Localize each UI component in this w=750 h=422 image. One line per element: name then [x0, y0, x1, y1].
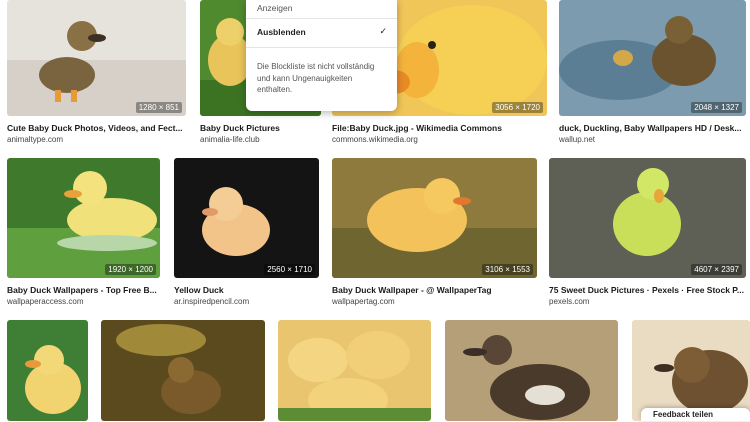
- result-title[interactable]: File:Baby Duck.jpg - Wikimedia Commons: [332, 123, 547, 134]
- menu-item-show[interactable]: Anzeigen: [257, 2, 292, 14]
- result-title[interactable]: Cute Baby Duck Photos, Videos, and Fect.…: [7, 123, 186, 134]
- result-tile[interactable]: 1280 × 851 Cute Baby Duck Photos, Videos…: [7, 0, 187, 150]
- menu-item-hide[interactable]: Ausblenden: [257, 26, 306, 38]
- result-source[interactable]: animalia-life.club: [200, 134, 321, 145]
- menu-note: Die Blockliste ist nicht vollständig und…: [257, 62, 375, 94]
- result-image[interactable]: 2048 × 1327: [559, 0, 746, 116]
- result-image[interactable]: 1280 × 851: [7, 0, 186, 116]
- result-image[interactable]: 4607 × 2397: [549, 158, 746, 278]
- result-image[interactable]: [7, 320, 88, 421]
- result-tile[interactable]: [278, 320, 432, 421]
- image-dimensions: 4607 × 2397: [691, 264, 742, 275]
- result-source[interactable]: pexels.com: [549, 296, 746, 307]
- result-image[interactable]: [101, 320, 265, 421]
- result-tile[interactable]: 1920 × 1200 Baby Duck Wallpapers - Top F…: [7, 158, 161, 308]
- result-tile[interactable]: 2048 × 1327 duck, Duckling, Baby Wallpap…: [559, 0, 747, 150]
- menu-divider: [246, 18, 397, 19]
- result-image[interactable]: [632, 320, 750, 421]
- image-dimensions: 1280 × 851: [135, 102, 182, 113]
- result-source[interactable]: wallpapertag.com: [332, 296, 537, 307]
- result-tile[interactable]: [445, 320, 619, 421]
- check-icon: ✓: [379, 26, 387, 36]
- result-source[interactable]: animaltype.com: [7, 134, 186, 145]
- result-title[interactable]: Baby Duck Wallpaper - @ WallpaperTag: [332, 285, 537, 296]
- image-dimensions: 1920 × 1200: [105, 264, 156, 275]
- result-title[interactable]: duck, Duckling, Baby Wallpapers HD / Des…: [559, 123, 746, 134]
- result-image[interactable]: [445, 320, 618, 421]
- menu-divider: [246, 47, 397, 48]
- result-source[interactable]: ar.inspiredpencil.com: [174, 296, 319, 307]
- image-dimensions: 2560 × 1710: [264, 264, 315, 275]
- result-tile[interactable]: 4607 × 2397 75 Sweet Duck Pictures · Pex…: [549, 158, 747, 308]
- image-dimensions: 3106 × 1553: [482, 264, 533, 275]
- result-source[interactable]: wallup.net: [559, 134, 746, 145]
- feedback-button[interactable]: Feedback teilen: [641, 408, 750, 421]
- result-tile[interactable]: [632, 320, 750, 421]
- result-title[interactable]: 75 Sweet Duck Pictures · Pexels · Free S…: [549, 285, 746, 296]
- result-tile[interactable]: [7, 320, 89, 421]
- result-title[interactable]: Yellow Duck: [174, 285, 319, 296]
- blocklist-menu: Anzeigen Ausblenden ✓ Die Blockliste ist…: [246, 0, 397, 111]
- result-image[interactable]: [278, 320, 431, 421]
- image-dimensions: 2048 × 1327: [691, 102, 742, 113]
- image-dimensions: 3056 × 1720: [492, 102, 543, 113]
- result-tile[interactable]: [101, 320, 266, 421]
- result-title[interactable]: Baby Duck Pictures: [200, 123, 321, 134]
- result-image[interactable]: 2560 × 1710: [174, 158, 319, 278]
- result-source[interactable]: commons.wikimedia.org: [332, 134, 547, 145]
- result-source[interactable]: wallpaperaccess.com: [7, 296, 160, 307]
- result-tile[interactable]: 3106 × 1553 Baby Duck Wallpaper - @ Wall…: [332, 158, 538, 308]
- result-tile[interactable]: 2560 × 1710 Yellow Duck ar.inspiredpenci…: [174, 158, 320, 308]
- result-image[interactable]: 1920 × 1200: [7, 158, 160, 278]
- result-title[interactable]: Baby Duck Wallpapers - Top Free B...: [7, 285, 160, 296]
- result-image[interactable]: 3106 × 1553: [332, 158, 537, 278]
